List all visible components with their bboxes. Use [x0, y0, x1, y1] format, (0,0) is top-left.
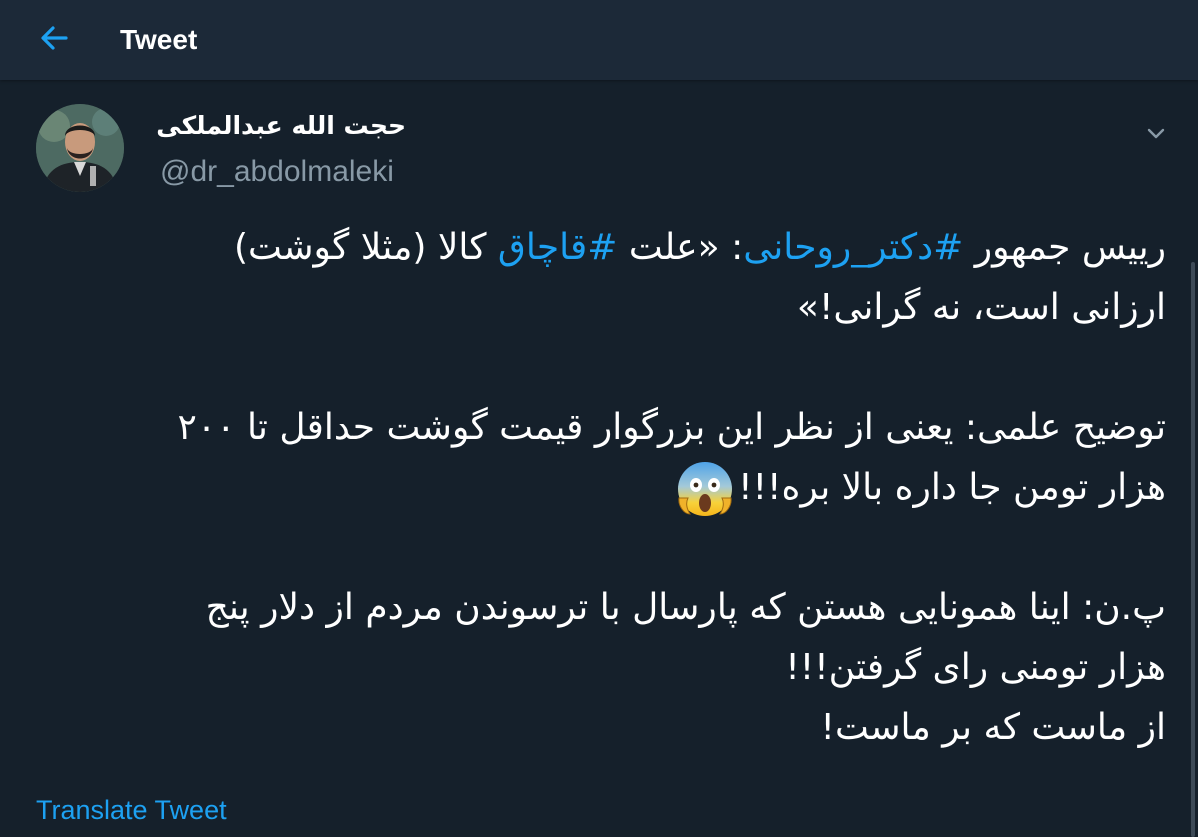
- more-options-button[interactable]: [1138, 116, 1174, 152]
- text-segment: از ماست که بر ماست!: [820, 707, 1166, 748]
- text-segment: کالا (مثلا گوشت): [233, 227, 498, 268]
- page-title: Tweet: [120, 24, 198, 55]
- text-segment: پ.ن: اینا همونایی هستن که پارسال با ترسو…: [205, 587, 1166, 628]
- hashtag-link[interactable]: #قاچاق: [498, 227, 618, 268]
- avatar[interactable]: [36, 104, 124, 192]
- text-segment: : «علت: [617, 227, 744, 268]
- text-segment: ارزانی است، نه گرانی!»: [796, 287, 1166, 328]
- tweet-text: رییس جمهور #دکتر_روحانی: «علت #قاچاق کال…: [30, 218, 1167, 758]
- screaming-face-emoji-icon: [676, 460, 734, 518]
- scrollbar[interactable]: [1191, 262, 1195, 837]
- text-segment: توضیح علمی: یعنی از نظر این بزرگوار قیمت…: [177, 407, 1167, 448]
- tweet-paragraph-3: پ.ن: اینا همونایی هستن که پارسال با ترسو…: [30, 578, 1166, 758]
- chevron-down-icon: [1146, 125, 1166, 144]
- text-segment: هزار تومنی رای گرفتن!!!: [785, 647, 1166, 688]
- text-segment: رییس جمهور: [963, 227, 1166, 268]
- tweet-paragraph-1: رییس جمهور #دکتر_روحانی: «علت #قاچاق کال…: [30, 218, 1166, 338]
- tweet-paragraph-2: توضیح علمی: یعنی از نظر این بزرگوار قیمت…: [30, 398, 1166, 518]
- back-button[interactable]: [34, 20, 74, 60]
- arrow-left-icon: [39, 25, 69, 55]
- text-segment: هزار تومن جا داره بالا بره!!!: [738, 467, 1166, 508]
- hashtag-link[interactable]: #دکتر_روحانی: [743, 227, 963, 268]
- top-bar: Tweet: [0, 0, 1198, 80]
- author-handle[interactable]: @dr_abdolmaleki: [160, 152, 394, 192]
- translate-tweet-link[interactable]: Translate Tweet: [36, 790, 227, 830]
- author-name[interactable]: حجت الله عبدالملکی: [156, 106, 406, 146]
